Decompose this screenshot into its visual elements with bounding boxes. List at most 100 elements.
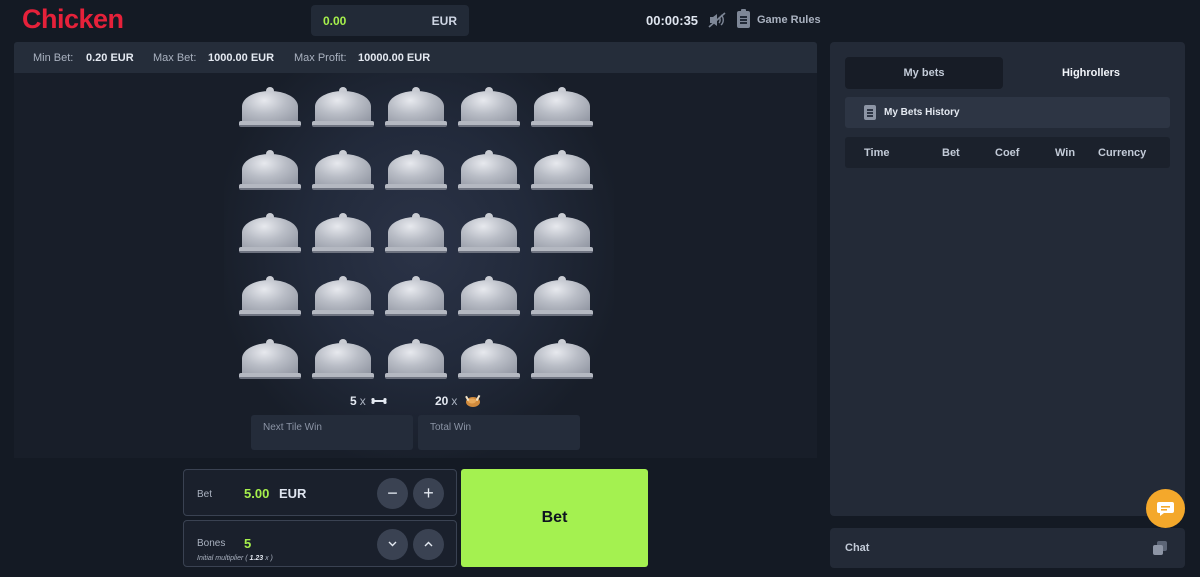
decrease-bet-button[interactable]: − [377,478,408,509]
cloche-tile[interactable] [239,276,301,320]
cloche-plate [458,310,520,316]
cloche-cover [461,91,517,122]
cloche-tile[interactable] [239,150,301,194]
total-win-label: Total Win [430,422,472,433]
bet-button[interactable]: Bet [461,469,648,567]
chat-bubble-icon [1157,502,1174,516]
cloche-tile[interactable] [239,87,301,131]
support-chat-button[interactable] [1146,489,1185,528]
cloche-tile[interactable] [458,87,520,131]
cloche-tile[interactable] [458,339,520,383]
column-time: Time [864,147,890,159]
cloche-tile[interactable] [312,339,374,383]
cloche-plate [531,121,593,127]
rules-clipboard-icon[interactable] [737,9,750,28]
cloche-tile[interactable] [458,150,520,194]
cloche-tile[interactable] [312,87,374,131]
session-timer: 00:00:35 [646,13,699,28]
cloche-plate [239,247,301,253]
bets-history-title: My Bets History [884,107,960,118]
chat-label: Chat [845,542,870,554]
chevron-down-icon [388,541,397,547]
cloche-plate [385,121,447,127]
cloche-cover [315,343,371,374]
cloche-tile[interactable] [531,339,593,383]
cloche-tile[interactable] [458,276,520,320]
cloche-plate [312,184,374,190]
cloche-tile[interactable] [531,87,593,131]
cloche-cover [242,154,298,185]
cloche-tile[interactable] [312,276,374,320]
balance-display: 0.00 EUR [311,5,469,36]
cloche-tile[interactable] [385,339,447,383]
max-profit-label: Max Profit: [294,52,347,64]
cloche-tile[interactable] [531,276,593,320]
cloche-cover [388,91,444,122]
bet-label: Bet [197,489,213,500]
cloche-plate [458,373,520,379]
increase-bones-button[interactable] [413,529,444,560]
cloche-cover [315,217,371,248]
cloche-plate [531,247,593,253]
cloche-tile[interactable] [312,150,374,194]
tab-highrollers[interactable]: Highrollers [1012,57,1170,89]
cloche-plate [531,373,593,379]
cloche-cover [388,217,444,248]
bones-value[interactable]: 5 [244,536,251,551]
column-bet: Bet [942,147,960,159]
max-bet-label: Max Bet: [153,52,197,64]
cloche-tile[interactable] [458,213,520,257]
cloche-cover [461,154,517,185]
history-list-icon [864,105,876,120]
bets-panel: My bets Highrollers My Bets History Time… [830,42,1185,516]
cloche-plate [531,310,593,316]
cloche-tile[interactable] [312,213,374,257]
balance-amount: 0.00 [323,14,347,28]
bet-limits-bar: Min Bet: 0.20 EUR Max Bet: 1000.00 EUR M… [14,42,817,73]
game-rules-link[interactable]: Game Rules [757,14,821,26]
cloche-cover [388,154,444,185]
decrease-bones-button[interactable] [377,529,408,560]
cloche-cover [534,217,590,248]
max-profit-value: 10000.00 EUR [358,52,431,64]
bets-table-header: Time Bet Coef Win Currency [845,137,1170,168]
cloche-tile[interactable] [531,213,593,257]
tab-my-bets[interactable]: My bets [845,57,1003,89]
max-bet-value: 1000.00 EUR [208,52,275,64]
cloche-plate [239,373,301,379]
cloche-cover [242,217,298,248]
cloche-tile[interactable] [385,276,447,320]
cloche-cover [534,343,590,374]
cloche-plate [312,373,374,379]
cloche-cover [461,343,517,374]
bet-amount-value[interactable]: 5.00 [244,486,269,501]
cloche-tile[interactable] [531,150,593,194]
balance-currency: EUR [431,14,457,28]
cloche-tile[interactable] [385,150,447,194]
bones-label: Bones [197,538,226,549]
cloche-cover [242,343,298,374]
cloche-cover [315,91,371,122]
top-header: Chicken 0.00 EUR 00:00:35 Game Rules [0,0,1200,42]
cloche-plate [239,184,301,190]
increase-bet-button[interactable]: + [413,478,444,509]
cloche-cover [534,91,590,122]
cloche-tile[interactable] [239,213,301,257]
cloche-cover [242,91,298,122]
roast-chicken-icon [465,394,481,407]
cloche-plate [458,121,520,127]
total-win-box: Total Win [418,415,580,450]
cloche-cover [461,217,517,248]
bet-currency: EUR [279,486,307,501]
cloche-tile[interactable] [239,339,301,383]
game-board: 5x 20 x Next Tile Win Total Win [14,73,817,458]
sound-muted-icon[interactable] [708,12,726,28]
chat-expand-icon[interactable] [1153,541,1167,555]
cloche-plate [239,310,301,316]
chevron-up-icon [424,541,433,547]
cloche-tile[interactable] [385,87,447,131]
cloche-cover [534,154,590,185]
chat-bar[interactable]: Chat [830,528,1185,568]
bets-tabs: My bets Highrollers [845,57,1170,89]
cloche-tile[interactable] [385,213,447,257]
